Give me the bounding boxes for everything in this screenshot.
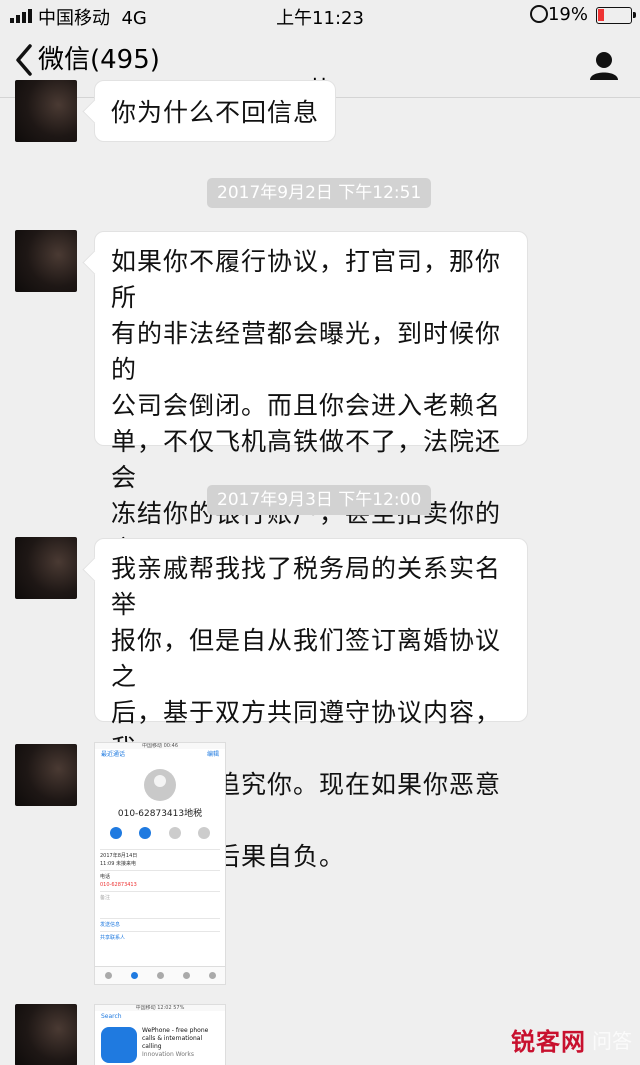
image-phone-number: 010-62873413	[100, 882, 137, 888]
back-button[interactable]: 微信(495)	[14, 40, 160, 80]
watermark: 锐客网 问答	[511, 1022, 632, 1057]
image-phone-label: 电话	[100, 874, 111, 880]
timestamp: 2017年9月3日 下午12:00	[207, 485, 432, 515]
image-tab-bar	[95, 966, 225, 984]
back-label: 微信(495)	[38, 45, 160, 75]
chevron-left-icon	[16, 44, 32, 76]
watermark-text: 问答	[592, 1029, 632, 1053]
image-back-link: 最近通话	[101, 751, 126, 758]
phone-app-icon	[101, 1027, 137, 1063]
avatar[interactable]	[15, 1004, 77, 1065]
person-icon[interactable]	[588, 50, 620, 82]
rotation-lock-icon	[530, 5, 548, 23]
image-app-line: Innovation Works	[142, 1051, 194, 1058]
image-app-line: calls & international calling	[142, 1035, 203, 1050]
message-text: 你为什么不回信息	[111, 98, 320, 127]
message-line: 报你，但是自从我们签订离婚协议之	[111, 626, 502, 691]
avatar[interactable]	[15, 230, 77, 292]
avatar[interactable]	[15, 80, 77, 142]
contact-avatar-icon	[144, 769, 176, 801]
image-edit-link: 编辑	[206, 751, 219, 758]
message-line: 有的非法经营都会曝光，到时候你的	[111, 319, 502, 384]
avatar[interactable]	[15, 744, 77, 806]
image-date: 2017年8月14日	[100, 853, 138, 859]
image-send-info: 发送信息	[100, 922, 121, 928]
image-nav: Search	[95, 1011, 225, 1023]
message-bubble[interactable]: 如果你不履行协议，打官司，那你所 有的非法经营都会曝光，到时候你的 公司会倒闭。…	[94, 231, 528, 600]
image-app-line: WePhone - free phone	[142, 1027, 209, 1034]
image-call-line: 11:09 未接来电	[100, 861, 136, 867]
message-line: 如果你不履行协议，打官司，那你所	[111, 247, 502, 312]
image-action-icons	[95, 827, 225, 839]
watermark-logo: 锐客网	[511, 1030, 586, 1056]
image-message[interactable]: 中国移动 00:46 最近通话 编辑 010-62873413地税 2017年8…	[94, 742, 226, 985]
message-bubble[interactable]: 我亲戚帮我找了税务局的关系实名举 报你，但是自从我们签订离婚协议之 后，基于双方…	[94, 538, 528, 871]
status-bar: 中国移动 4G 上午11:23 19%	[0, 0, 640, 30]
message-line: 我亲戚帮我找了税务局的关系实名举	[111, 554, 502, 619]
image-share: 共享联系人	[100, 935, 126, 941]
battery-percent: 19%	[547, 4, 588, 25]
message-line: 公司会倒闭。而且你会进入老赖名	[111, 391, 502, 420]
message-bubble[interactable]: 你为什么不回信息	[94, 80, 337, 142]
image-app-row: WePhone - free phone calls & internation…	[95, 1023, 225, 1065]
image-back-link: Search	[101, 1013, 122, 1020]
battery-icon	[596, 7, 636, 24]
timestamp: 2017年9月2日 下午12:51	[207, 178, 432, 208]
image-message[interactable]: 中国移动 12:02 57% Search WePhone - free pho…	[94, 1004, 226, 1065]
avatar[interactable]	[15, 537, 77, 599]
image-nav: 最近通话 编辑	[95, 749, 225, 761]
image-phone-title: 010-62873413地税	[117, 809, 203, 819]
image-note: 备注	[100, 895, 111, 901]
